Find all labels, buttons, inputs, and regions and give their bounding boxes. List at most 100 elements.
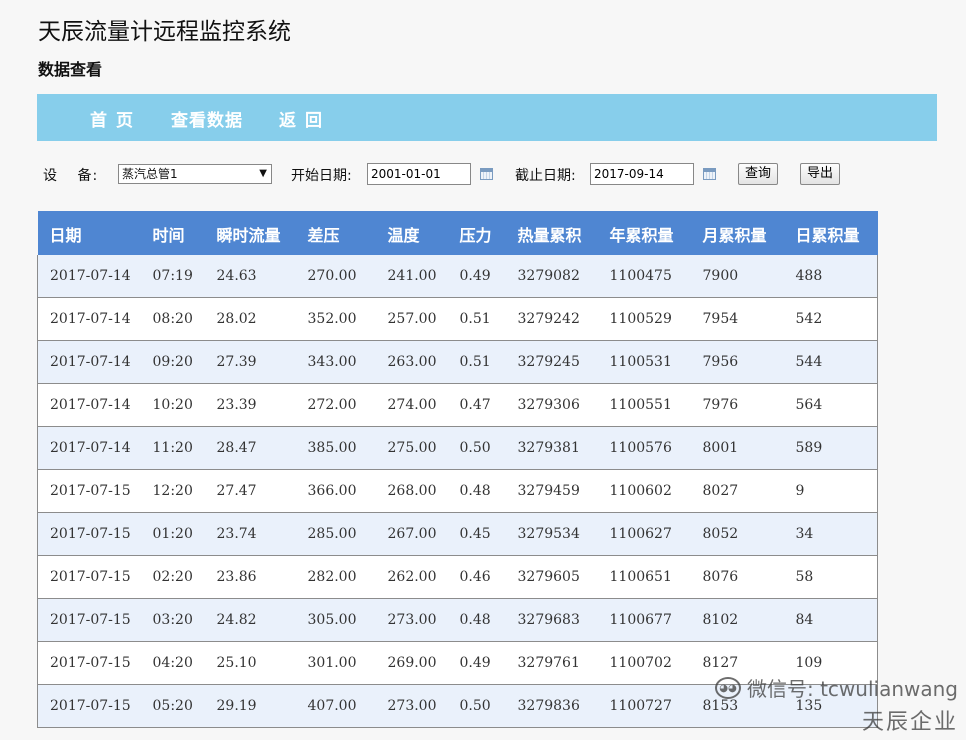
table-row: 2017-07-14 08:20 28.02 352.00 257.00 0.51 3279… <box>37 297 878 341</box>
cell-year-total: 1100475 <box>597 255 691 298</box>
cell-diff-pressure: 305.00 <box>295 598 376 642</box>
cell-temperature: 241.00 <box>375 255 448 298</box>
cell-heat-total: 3279605 <box>505 555 598 599</box>
cell-temperature: 267.00 <box>375 512 448 556</box>
col-header-diff-pressure: 差压 <box>295 211 376 255</box>
cell-temperature: 269.00 <box>375 641 448 685</box>
cell-year-total: 1100651 <box>597 555 691 599</box>
cell-month-total: 8052 <box>690 512 784 556</box>
cell-day-total: 34 <box>783 512 878 556</box>
nav-back[interactable]: 返回 <box>279 106 331 131</box>
cell-temperature: 275.00 <box>375 426 448 470</box>
device-select-value: 蒸汽总管1 <box>122 167 178 181</box>
cell-day-total: 84 <box>783 598 878 642</box>
cell-month-total: 7954 <box>690 297 784 341</box>
cell-day-total: 542 <box>783 297 878 341</box>
nav-view-data[interactable]: 查看数据 <box>171 106 243 131</box>
cell-temperature: 268.00 <box>375 469 448 513</box>
cell-day-total: 58 <box>783 555 878 599</box>
watermark-company: 天辰企业 <box>861 710 958 735</box>
cell-time: 09:20 <box>140 340 205 384</box>
cell-date: 2017-07-15 <box>37 641 141 685</box>
cell-day-total: 9 <box>783 469 878 513</box>
cell-time: 04:20 <box>140 641 205 685</box>
col-header-temperature: 温度 <box>375 211 448 255</box>
cell-diff-pressure: 272.00 <box>295 383 376 427</box>
device-select[interactable]: 蒸汽总管1 ▼ <box>118 164 272 184</box>
cell-day-total: 544 <box>783 340 878 384</box>
cell-instant-flow: 28.02 <box>204 297 296 341</box>
page-title: 天辰流量计远程监控系统 <box>38 19 291 45</box>
cell-instant-flow: 24.63 <box>204 255 296 298</box>
table-header-row: 日期 时间 瞬时流量 差压 温度 压力 热量累积 年累积量 月累积量 日累积量 <box>37 211 878 255</box>
cell-month-total: 8076 <box>690 555 784 599</box>
col-header-year-total: 年累积量 <box>597 211 691 255</box>
cell-heat-total: 3279534 <box>505 512 598 556</box>
cell-pressure: 0.45 <box>447 512 506 556</box>
cell-month-total: 7900 <box>690 255 784 298</box>
table-body: 2017-07-14 07:19 24.63 270.00 241.00 0.49 3279… <box>37 255 878 728</box>
cell-year-total: 1100602 <box>597 469 691 513</box>
cell-instant-flow: 27.47 <box>204 469 296 513</box>
cell-time: 11:20 <box>140 426 205 470</box>
cell-temperature: 274.00 <box>375 383 448 427</box>
cell-month-total: 8001 <box>690 426 784 470</box>
cell-heat-total: 3279761 <box>505 641 598 685</box>
watermark: ◕◕ 微信号: tcwulianwang 天辰企业 <box>715 673 958 736</box>
cell-month-total: 7956 <box>690 340 784 384</box>
cell-month-total: 8102 <box>690 598 784 642</box>
cell-month-total: 7976 <box>690 383 784 427</box>
data-table: 日期 时间 瞬时流量 差压 温度 压力 热量累积 年累积量 月累积量 日累积量 … <box>37 211 878 728</box>
end-date-input[interactable] <box>590 163 694 185</box>
col-header-pressure: 压力 <box>447 211 506 255</box>
start-calendar-icon[interactable] <box>480 168 493 180</box>
cell-temperature: 257.00 <box>375 297 448 341</box>
cell-day-total: 488 <box>783 255 878 298</box>
cell-date: 2017-07-15 <box>37 555 141 599</box>
table-row: 2017-07-15 01:20 23.74 285.00 267.00 0.45 3279… <box>37 512 878 556</box>
cell-pressure: 0.49 <box>447 255 506 298</box>
cell-instant-flow: 24.82 <box>204 598 296 642</box>
cell-pressure: 0.48 <box>447 469 506 513</box>
table-row: 2017-07-14 09:20 27.39 343.00 263.00 0.51 3279… <box>37 340 878 384</box>
cell-diff-pressure: 352.00 <box>295 297 376 341</box>
cell-year-total: 1100576 <box>597 426 691 470</box>
cell-heat-total: 3279683 <box>505 598 598 642</box>
cell-time: 07:19 <box>140 255 205 298</box>
col-header-day-total: 日累积量 <box>783 211 878 255</box>
cell-time: 05:20 <box>140 684 205 728</box>
cell-pressure: 0.51 <box>447 297 506 341</box>
col-header-instant-flow: 瞬时流量 <box>204 211 296 255</box>
cell-pressure: 0.49 <box>447 641 506 685</box>
table-row: 2017-07-15 12:20 27.47 366.00 268.00 0.48 3279… <box>37 469 878 513</box>
filter-bar: 设 备: 蒸汽总管1 ▼ 开始日期: 截止日期: 查询 导出 <box>0 162 966 188</box>
cell-pressure: 0.50 <box>447 684 506 728</box>
cell-time: 10:20 <box>140 383 205 427</box>
export-button[interactable]: 导出 <box>800 163 841 185</box>
cell-temperature: 262.00 <box>375 555 448 599</box>
cell-temperature: 263.00 <box>375 340 448 384</box>
cell-pressure: 0.47 <box>447 383 506 427</box>
cell-instant-flow: 23.39 <box>204 383 296 427</box>
cell-diff-pressure: 282.00 <box>295 555 376 599</box>
col-header-date: 日期 <box>37 211 141 255</box>
cell-heat-total: 3279381 <box>505 426 598 470</box>
cell-day-total: 564 <box>783 383 878 427</box>
end-calendar-icon[interactable] <box>703 168 716 180</box>
query-button[interactable]: 查询 <box>738 163 779 185</box>
start-date-input[interactable] <box>367 163 471 185</box>
nav-home[interactable]: 首页 <box>90 106 142 131</box>
cell-date: 2017-07-14 <box>37 297 141 341</box>
cell-year-total: 1100627 <box>597 512 691 556</box>
cell-date: 2017-07-14 <box>37 340 141 384</box>
cell-instant-flow: 23.86 <box>204 555 296 599</box>
cell-year-total: 1100677 <box>597 598 691 642</box>
table-row: 2017-07-15 03:20 24.82 305.00 273.00 0.48 3279… <box>37 598 878 642</box>
cell-temperature: 273.00 <box>375 598 448 642</box>
cell-instant-flow: 25.10 <box>204 641 296 685</box>
cell-date: 2017-07-15 <box>37 469 141 513</box>
cell-diff-pressure: 343.00 <box>295 340 376 384</box>
watermark-account: 微信号: tcwulianwang <box>747 677 958 701</box>
cell-instant-flow: 29.19 <box>204 684 296 728</box>
cell-date: 2017-07-14 <box>37 426 141 470</box>
